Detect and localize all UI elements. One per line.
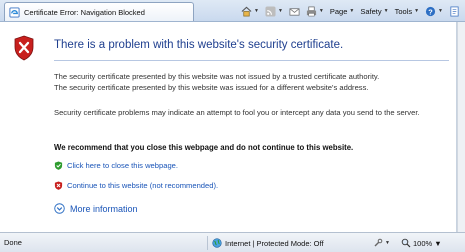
error-shield-icon: [14, 35, 34, 61]
recommendation-text: We recommend that you close this webpage…: [54, 143, 354, 152]
status-text: Done: [4, 238, 22, 247]
warning-paragraph: Security certificate problems may indica…: [54, 108, 420, 117]
zoom-level: 100%: [413, 238, 433, 248]
chevron-down-icon: ▼: [318, 8, 324, 14]
feeds-icon: [265, 5, 276, 17]
vertical-scrollbar[interactable]: [457, 22, 465, 232]
chevron-down-icon: ▼: [277, 8, 283, 14]
page-menu-label: Page: [329, 6, 348, 16]
reason-untrusted-authority: The security certificate presented by th…: [54, 72, 380, 81]
chevron-down-circle-icon: [54, 203, 65, 214]
chevron-down-icon: ▼: [385, 240, 390, 246]
zoom-control[interactable]: 100% ▼: [401, 236, 442, 250]
mail-button[interactable]: [286, 3, 303, 19]
chevron-down-icon: ▼: [414, 8, 420, 14]
mail-icon: [289, 7, 300, 16]
safety-menu[interactable]: Safety ▼: [357, 3, 391, 19]
error-page: There is a problem with this website's s…: [0, 22, 457, 232]
divider: [54, 60, 449, 61]
tools-menu[interactable]: Tools ▼: [392, 3, 422, 19]
command-bar: Certificate Error: Navigation Blocked ▼ …: [0, 0, 465, 22]
globe-icon: [212, 238, 222, 248]
tab-title: Certificate Error: Navigation Blocked: [24, 7, 145, 17]
chevron-down-icon: ▼: [383, 8, 389, 14]
reason-address-mismatch: The security certificate presented by th…: [54, 83, 369, 92]
more-information-toggle[interactable]: More information: [54, 203, 138, 214]
browser-tab[interactable]: Certificate Error: Navigation Blocked: [4, 2, 194, 21]
more-information-link[interactable]: More information: [70, 204, 138, 214]
chevron-down-icon: ▼: [438, 8, 443, 14]
research-button[interactable]: [446, 3, 463, 19]
green-shield-check-icon: [54, 161, 63, 170]
red-shield-x-icon: [54, 181, 63, 190]
wrench-icon: [374, 238, 383, 247]
zone-label: Internet | Protected Mode: Off: [225, 238, 324, 248]
home-button[interactable]: ▼: [238, 3, 262, 19]
feeds-button[interactable]: ▼: [262, 3, 286, 19]
security-zone[interactable]: Internet | Protected Mode: Off: [207, 236, 324, 250]
close-page-row: Click here to close this webpage.: [54, 161, 178, 170]
research-icon: [450, 6, 459, 16]
help-button[interactable]: ? ▼: [422, 3, 446, 19]
svg-text:?: ?: [428, 7, 433, 16]
magnifier-icon: [401, 238, 411, 248]
status-bar: Done Internet | Protected Mode: Off ▼ 10…: [0, 232, 465, 252]
home-icon: [241, 6, 252, 16]
print-icon: [306, 6, 317, 16]
help-icon: ?: [425, 6, 436, 16]
safety-menu-label: Safety: [360, 6, 382, 16]
chevron-down-icon: ▼: [434, 238, 442, 248]
chevron-down-icon: ▼: [349, 8, 355, 14]
continue-link[interactable]: Continue to this website (not recommende…: [67, 181, 218, 190]
print-button[interactable]: ▼: [303, 3, 327, 19]
certificate-reasons: The security certificate presented by th…: [54, 71, 449, 93]
status-tools[interactable]: ▼: [373, 236, 390, 250]
chevron-down-icon: ▼: [254, 8, 259, 14]
page-title: There is a problem with this website's s…: [54, 39, 344, 51]
tools-menu-label: Tools: [394, 6, 413, 16]
page-menu[interactable]: Page ▼: [327, 3, 357, 19]
close-page-link[interactable]: Click here to close this webpage.: [67, 161, 178, 170]
ie-page-icon: [9, 6, 20, 18]
continue-row: Continue to this website (not recommende…: [54, 181, 218, 190]
